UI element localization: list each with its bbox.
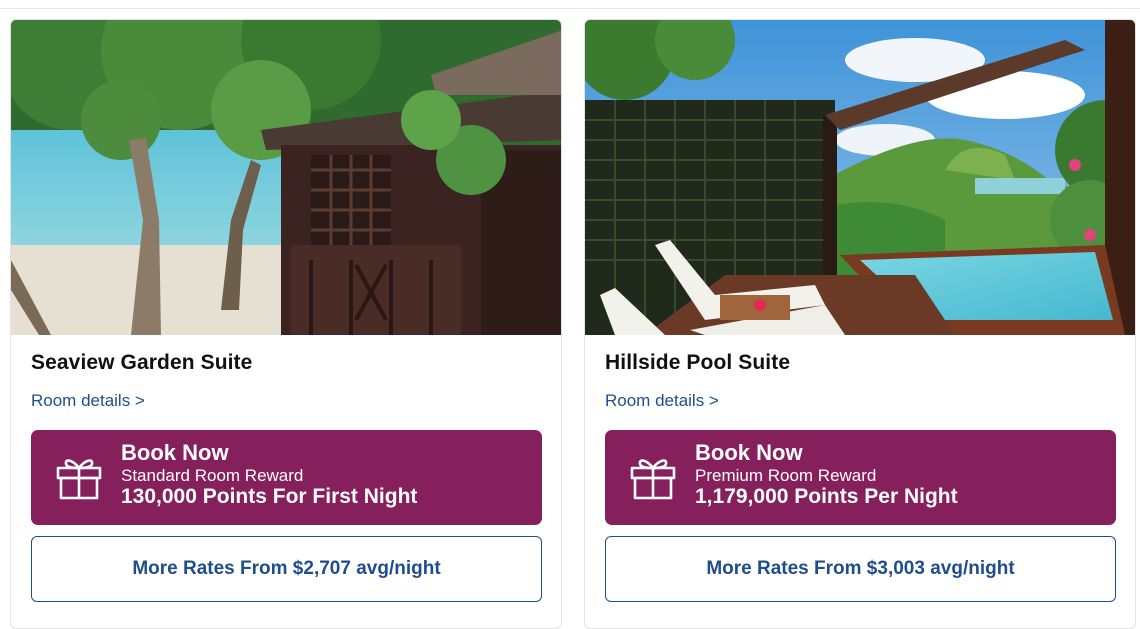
room-card-list: Seaview Garden Suite Room details > Book… [10, 19, 1136, 629]
room-photo[interactable] [585, 20, 1135, 335]
more-rates-button[interactable]: More Rates From $2,707 avg/night [31, 536, 542, 602]
room-details-link[interactable]: Room details > [605, 391, 719, 411]
room-photo[interactable] [11, 20, 561, 335]
reward-type: Standard Room Reward [121, 466, 304, 485]
room-card: Seaview Garden Suite Room details > Book… [10, 19, 562, 629]
points-price: 1,179,000 Points Per Night [695, 485, 958, 508]
book-now-button[interactable]: Book Now Standard Room Reward 130,000 Po… [31, 430, 542, 525]
room-details-link[interactable]: Room details > [31, 391, 145, 411]
gift-icon [56, 459, 102, 500]
points-price: 130,000 Points For First Night [121, 485, 418, 508]
room-card: Hillside Pool Suite Room details > Book … [584, 19, 1136, 629]
more-rates-button[interactable]: More Rates From $3,003 avg/night [605, 536, 1116, 602]
room-title: Hillside Pool Suite [605, 351, 791, 374]
book-now-heading: Book Now [121, 440, 229, 465]
gift-icon [630, 459, 676, 500]
book-now-heading: Book Now [695, 440, 803, 465]
room-title: Seaview Garden Suite [31, 351, 253, 374]
reward-type: Premium Room Reward [695, 466, 877, 485]
book-now-button[interactable]: Book Now Premium Room Reward 1,179,000 P… [605, 430, 1116, 525]
page-divider [0, 8, 1140, 9]
